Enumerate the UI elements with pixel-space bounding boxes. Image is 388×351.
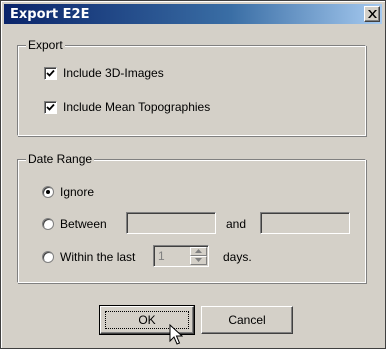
checkmark-icon [46, 103, 55, 111]
days-label: days. [223, 250, 252, 264]
spin-up-button[interactable] [190, 247, 207, 256]
between-from-field[interactable] [126, 212, 216, 234]
include-3d-images-label: Include 3D-Images [63, 66, 164, 80]
close-button[interactable] [364, 6, 380, 22]
export-group-legend: Export [26, 38, 65, 52]
include-mean-topographies-checkbox[interactable] [44, 100, 57, 114]
date-range-group-legend: Date Range [26, 152, 95, 166]
cancel-button[interactable]: Cancel [201, 306, 293, 334]
checkmark-icon [46, 69, 55, 77]
within-last-option[interactable]: Within the last [42, 249, 135, 265]
ignore-option[interactable]: Ignore [42, 184, 94, 200]
ignore-label: Ignore [60, 185, 95, 199]
include-mean-topographies-option[interactable]: Include Mean Topographies [44, 99, 210, 115]
and-label: and [226, 217, 247, 231]
arrow-up-icon [195, 249, 202, 253]
within-last-radio[interactable] [42, 251, 54, 263]
export-group: Export Include 3D-Images Include Mean To… [17, 38, 366, 136]
arrow-down-icon [195, 258, 202, 262]
cancel-button-label: Cancel [228, 313, 266, 327]
within-last-label: Within the last [60, 250, 136, 264]
export-e2e-dialog: Export E2E Export Include 3D-Images Incl… [0, 0, 386, 349]
title-bar[interactable]: Export E2E [4, 4, 382, 24]
spin-down-button[interactable] [190, 256, 207, 265]
between-label: Between [60, 217, 107, 231]
ignore-radio[interactable] [42, 186, 54, 198]
between-radio[interactable] [42, 218, 54, 230]
between-to-field[interactable] [260, 212, 350, 234]
include-mean-topographies-label: Include Mean Topographies [63, 100, 211, 114]
within-last-spinner[interactable]: 1 [153, 245, 209, 267]
between-option[interactable]: Between [42, 216, 107, 232]
mouse-cursor-icon [169, 324, 183, 345]
window-title: Export E2E [10, 7, 90, 22]
within-last-value: 1 [158, 249, 165, 263]
include-3d-images-checkbox[interactable] [44, 66, 57, 80]
date-range-group: Date Range Ignore Between and Within the… [17, 152, 366, 283]
close-icon [368, 10, 377, 18]
include-3d-images-option[interactable]: Include 3D-Images [44, 65, 164, 81]
